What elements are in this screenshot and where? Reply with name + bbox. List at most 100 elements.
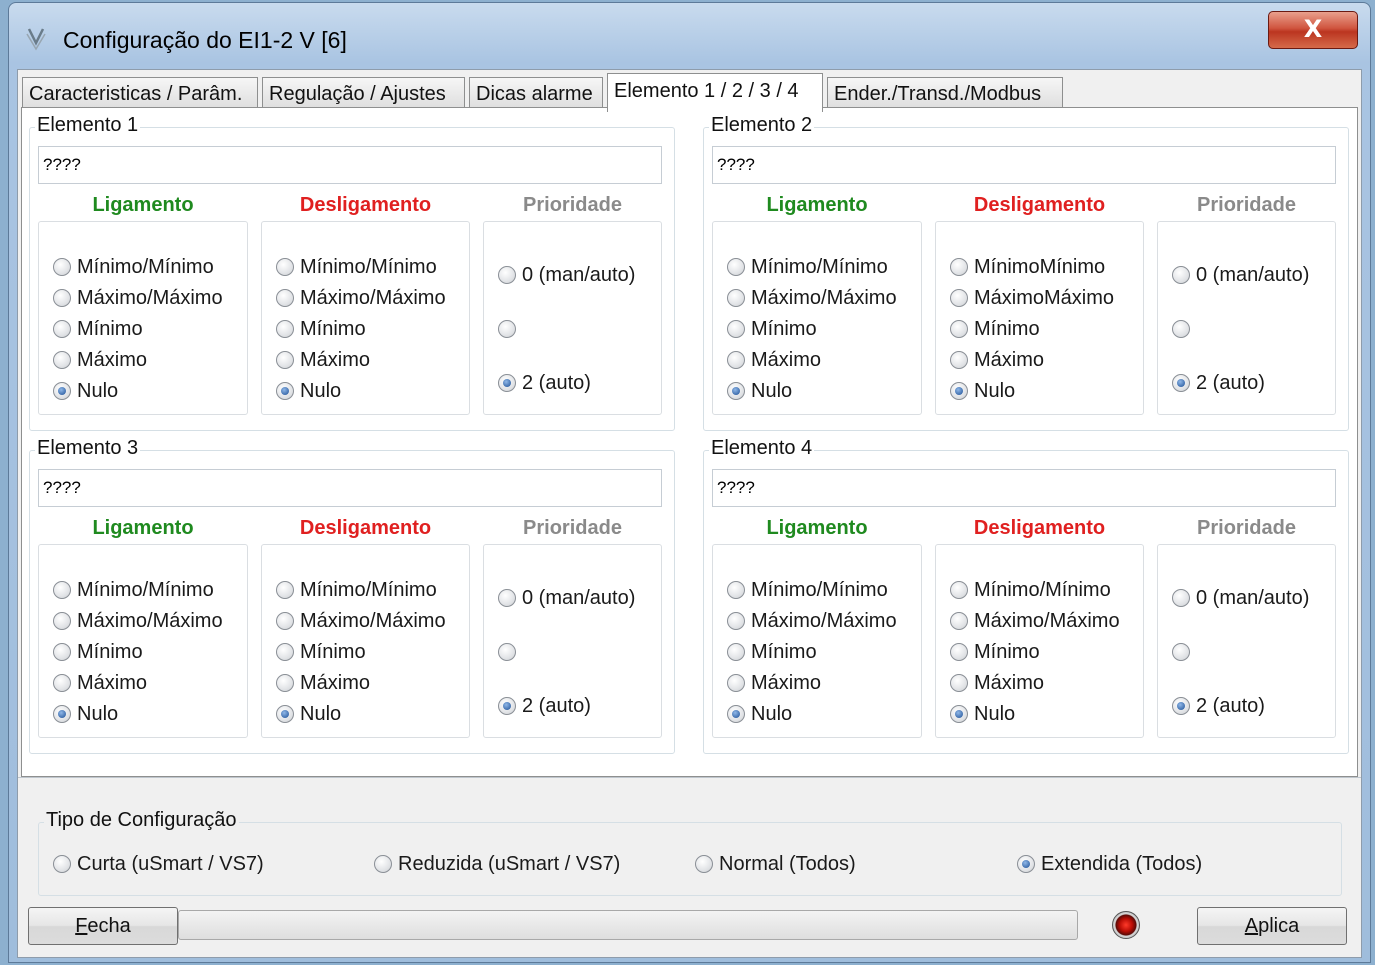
desligamento-radio-option[interactable]: Máximo xyxy=(276,670,370,696)
radio-button-icon[interactable] xyxy=(1172,266,1190,284)
prioridade-radio-option[interactable]: 0 (man/auto) xyxy=(1172,262,1309,288)
ligamento-radio-option[interactable]: Máximo xyxy=(727,347,821,373)
ligamento-radio-option[interactable]: Máximo/Máximo xyxy=(53,608,223,634)
radio-button-icon[interactable] xyxy=(950,581,968,599)
ligamento-radio-option[interactable]: Mínimo/Mínimo xyxy=(53,577,214,603)
radio-button-icon[interactable] xyxy=(1172,643,1190,661)
desligamento-radio-option[interactable]: Máximo/Máximo xyxy=(276,608,446,634)
tab-elementos[interactable]: Elemento 1 / 2 / 3 / 4 xyxy=(607,73,823,112)
tab-dicas-alarme[interactable]: Dicas alarme xyxy=(469,77,603,111)
desligamento-radio-option[interactable]: Mínimo/Mínimo xyxy=(276,254,437,280)
prioridade-radio-option[interactable]: 0 (man/auto) xyxy=(498,262,635,288)
prioridade-radio-option[interactable]: 2 (auto) xyxy=(498,370,591,396)
desligamento-radio-option[interactable]: Nulo xyxy=(950,701,1015,727)
desligamento-radio-option[interactable]: Nulo xyxy=(950,378,1015,404)
radio-button-icon[interactable] xyxy=(498,643,516,661)
radio-button-icon[interactable] xyxy=(1172,589,1190,607)
prioridade-radio-option[interactable]: 2 (auto) xyxy=(1172,370,1265,396)
radio-button-icon[interactable] xyxy=(276,258,294,276)
radio-button-icon[interactable] xyxy=(53,643,71,661)
radio-button-icon[interactable] xyxy=(950,320,968,338)
ligamento-radio-option[interactable]: Nulo xyxy=(727,378,792,404)
config-type-radio-option[interactable]: Extendida (Todos) xyxy=(1017,851,1202,877)
element-name-input[interactable]: ???? xyxy=(712,469,1336,507)
prioridade-radio-option[interactable]: 0 (man/auto) xyxy=(498,585,635,611)
config-type-radio-option[interactable]: Curta (uSmart / VS7) xyxy=(53,851,264,877)
desligamento-radio-option[interactable]: Mínimo/Mínimo xyxy=(950,577,1111,603)
ligamento-radio-option[interactable]: Nulo xyxy=(727,701,792,727)
ligamento-radio-option[interactable]: Nulo xyxy=(53,701,118,727)
radio-button-icon[interactable] xyxy=(276,382,294,400)
close-button[interactable]: Fecha xyxy=(28,907,178,945)
radio-button-icon[interactable] xyxy=(950,612,968,630)
radio-button-icon[interactable] xyxy=(276,705,294,723)
ligamento-radio-option[interactable]: Mínimo xyxy=(727,316,817,342)
prioridade-radio-option[interactable]: 2 (auto) xyxy=(498,693,591,719)
radio-button-icon[interactable] xyxy=(276,289,294,307)
prioridade-radio-option[interactable] xyxy=(498,316,522,342)
ligamento-radio-option[interactable]: Mínimo xyxy=(53,639,143,665)
prioridade-radio-option[interactable] xyxy=(1172,316,1196,342)
tab-caracteristicas[interactable]: Caracteristicas / Parâm. xyxy=(22,77,258,111)
desligamento-radio-option[interactable]: Nulo xyxy=(276,701,341,727)
radio-button-icon[interactable] xyxy=(374,855,392,873)
desligamento-radio-option[interactable]: Mínimo/Mínimo xyxy=(276,577,437,603)
prioridade-radio-option[interactable]: 0 (man/auto) xyxy=(1172,585,1309,611)
ligamento-radio-option[interactable]: Máximo/Máximo xyxy=(727,285,897,311)
desligamento-radio-option[interactable]: Nulo xyxy=(276,378,341,404)
tab-ender-transd-modbus[interactable]: Ender./Transd./Modbus xyxy=(827,77,1063,111)
radio-button-icon[interactable] xyxy=(276,643,294,661)
radio-button-icon[interactable] xyxy=(950,705,968,723)
config-type-radio-option[interactable]: Reduzida (uSmart / VS7) xyxy=(374,851,620,877)
radio-button-icon[interactable] xyxy=(276,581,294,599)
radio-button-icon[interactable] xyxy=(727,705,745,723)
radio-button-icon[interactable] xyxy=(53,289,71,307)
desligamento-radio-option[interactable]: Mínimo xyxy=(950,316,1040,342)
radio-button-icon[interactable] xyxy=(276,320,294,338)
tab-regulacao[interactable]: Regulação / Ajustes xyxy=(262,77,465,111)
radio-button-icon[interactable] xyxy=(950,289,968,307)
element-name-input[interactable]: ???? xyxy=(712,146,1336,184)
radio-button-icon[interactable] xyxy=(727,643,745,661)
ligamento-radio-option[interactable]: Máximo/Máximo xyxy=(727,608,897,634)
radio-button-icon[interactable] xyxy=(727,320,745,338)
ligamento-radio-option[interactable]: Máximo xyxy=(53,670,147,696)
radio-button-icon[interactable] xyxy=(53,581,71,599)
desligamento-radio-option[interactable]: Máximo xyxy=(950,347,1044,373)
ligamento-radio-option[interactable]: Mínimo xyxy=(53,316,143,342)
ligamento-radio-option[interactable]: Mínimo/Mínimo xyxy=(727,577,888,603)
radio-button-icon[interactable] xyxy=(498,374,516,392)
ligamento-radio-option[interactable]: Máximo xyxy=(53,347,147,373)
radio-button-icon[interactable] xyxy=(53,258,71,276)
radio-button-icon[interactable] xyxy=(53,705,71,723)
radio-button-icon[interactable] xyxy=(498,589,516,607)
element-name-input[interactable]: ???? xyxy=(38,469,662,507)
element-name-input[interactable]: ???? xyxy=(38,146,662,184)
close-window-button[interactable]: X xyxy=(1268,11,1358,49)
config-type-radio-option[interactable]: Normal (Todos) xyxy=(695,851,856,877)
radio-button-icon[interactable] xyxy=(498,266,516,284)
desligamento-radio-option[interactable]: Máximo xyxy=(950,670,1044,696)
radio-button-icon[interactable] xyxy=(727,258,745,276)
radio-button-icon[interactable] xyxy=(727,612,745,630)
radio-button-icon[interactable] xyxy=(727,382,745,400)
radio-button-icon[interactable] xyxy=(727,289,745,307)
radio-button-icon[interactable] xyxy=(727,581,745,599)
radio-button-icon[interactable] xyxy=(950,643,968,661)
ligamento-radio-option[interactable]: Mínimo/Mínimo xyxy=(727,254,888,280)
radio-button-icon[interactable] xyxy=(53,351,71,369)
radio-button-icon[interactable] xyxy=(276,674,294,692)
radio-button-icon[interactable] xyxy=(1172,320,1190,338)
radio-button-icon[interactable] xyxy=(53,612,71,630)
ligamento-radio-option[interactable]: Mínimo/Mínimo xyxy=(53,254,214,280)
radio-button-icon[interactable] xyxy=(53,855,71,873)
radio-button-icon[interactable] xyxy=(498,697,516,715)
desligamento-radio-option[interactable]: Mínimo xyxy=(276,316,366,342)
radio-button-icon[interactable] xyxy=(950,382,968,400)
radio-button-icon[interactable] xyxy=(727,351,745,369)
desligamento-radio-option[interactable]: MáximoMáximo xyxy=(950,285,1114,311)
radio-button-icon[interactable] xyxy=(498,320,516,338)
radio-button-icon[interactable] xyxy=(1017,855,1035,873)
title-bar[interactable]: Configuração do EI1-2 V [6] X xyxy=(9,3,1370,69)
desligamento-radio-option[interactable]: Máximo/Máximo xyxy=(950,608,1120,634)
